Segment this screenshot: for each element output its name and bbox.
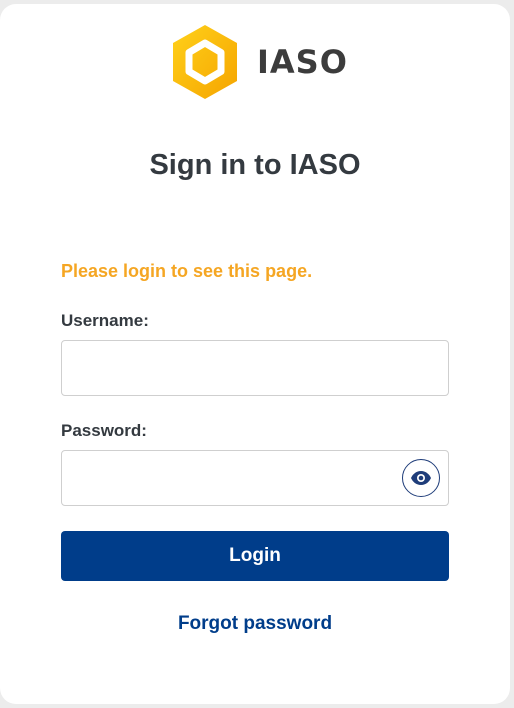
page-title: Sign in to IASO <box>149 149 361 181</box>
eye-icon <box>411 471 431 485</box>
brand-logo: IASO <box>171 22 348 102</box>
username-input[interactable] <box>61 340 449 396</box>
login-button[interactable]: Login <box>61 531 449 581</box>
username-label: Username: <box>61 311 149 330</box>
forgot-password-link[interactable]: Forgot password <box>0 613 510 635</box>
password-label: Password: <box>61 421 147 440</box>
login-card: IASO Sign in to IASO Please login to see… <box>0 4 510 704</box>
login-required-message: Please login to see this page. <box>61 261 313 281</box>
password-input[interactable] <box>61 450 449 506</box>
show-password-button[interactable] <box>402 459 440 497</box>
hexagon-logo-icon <box>173 25 237 99</box>
brand-name: IASO <box>257 43 348 81</box>
